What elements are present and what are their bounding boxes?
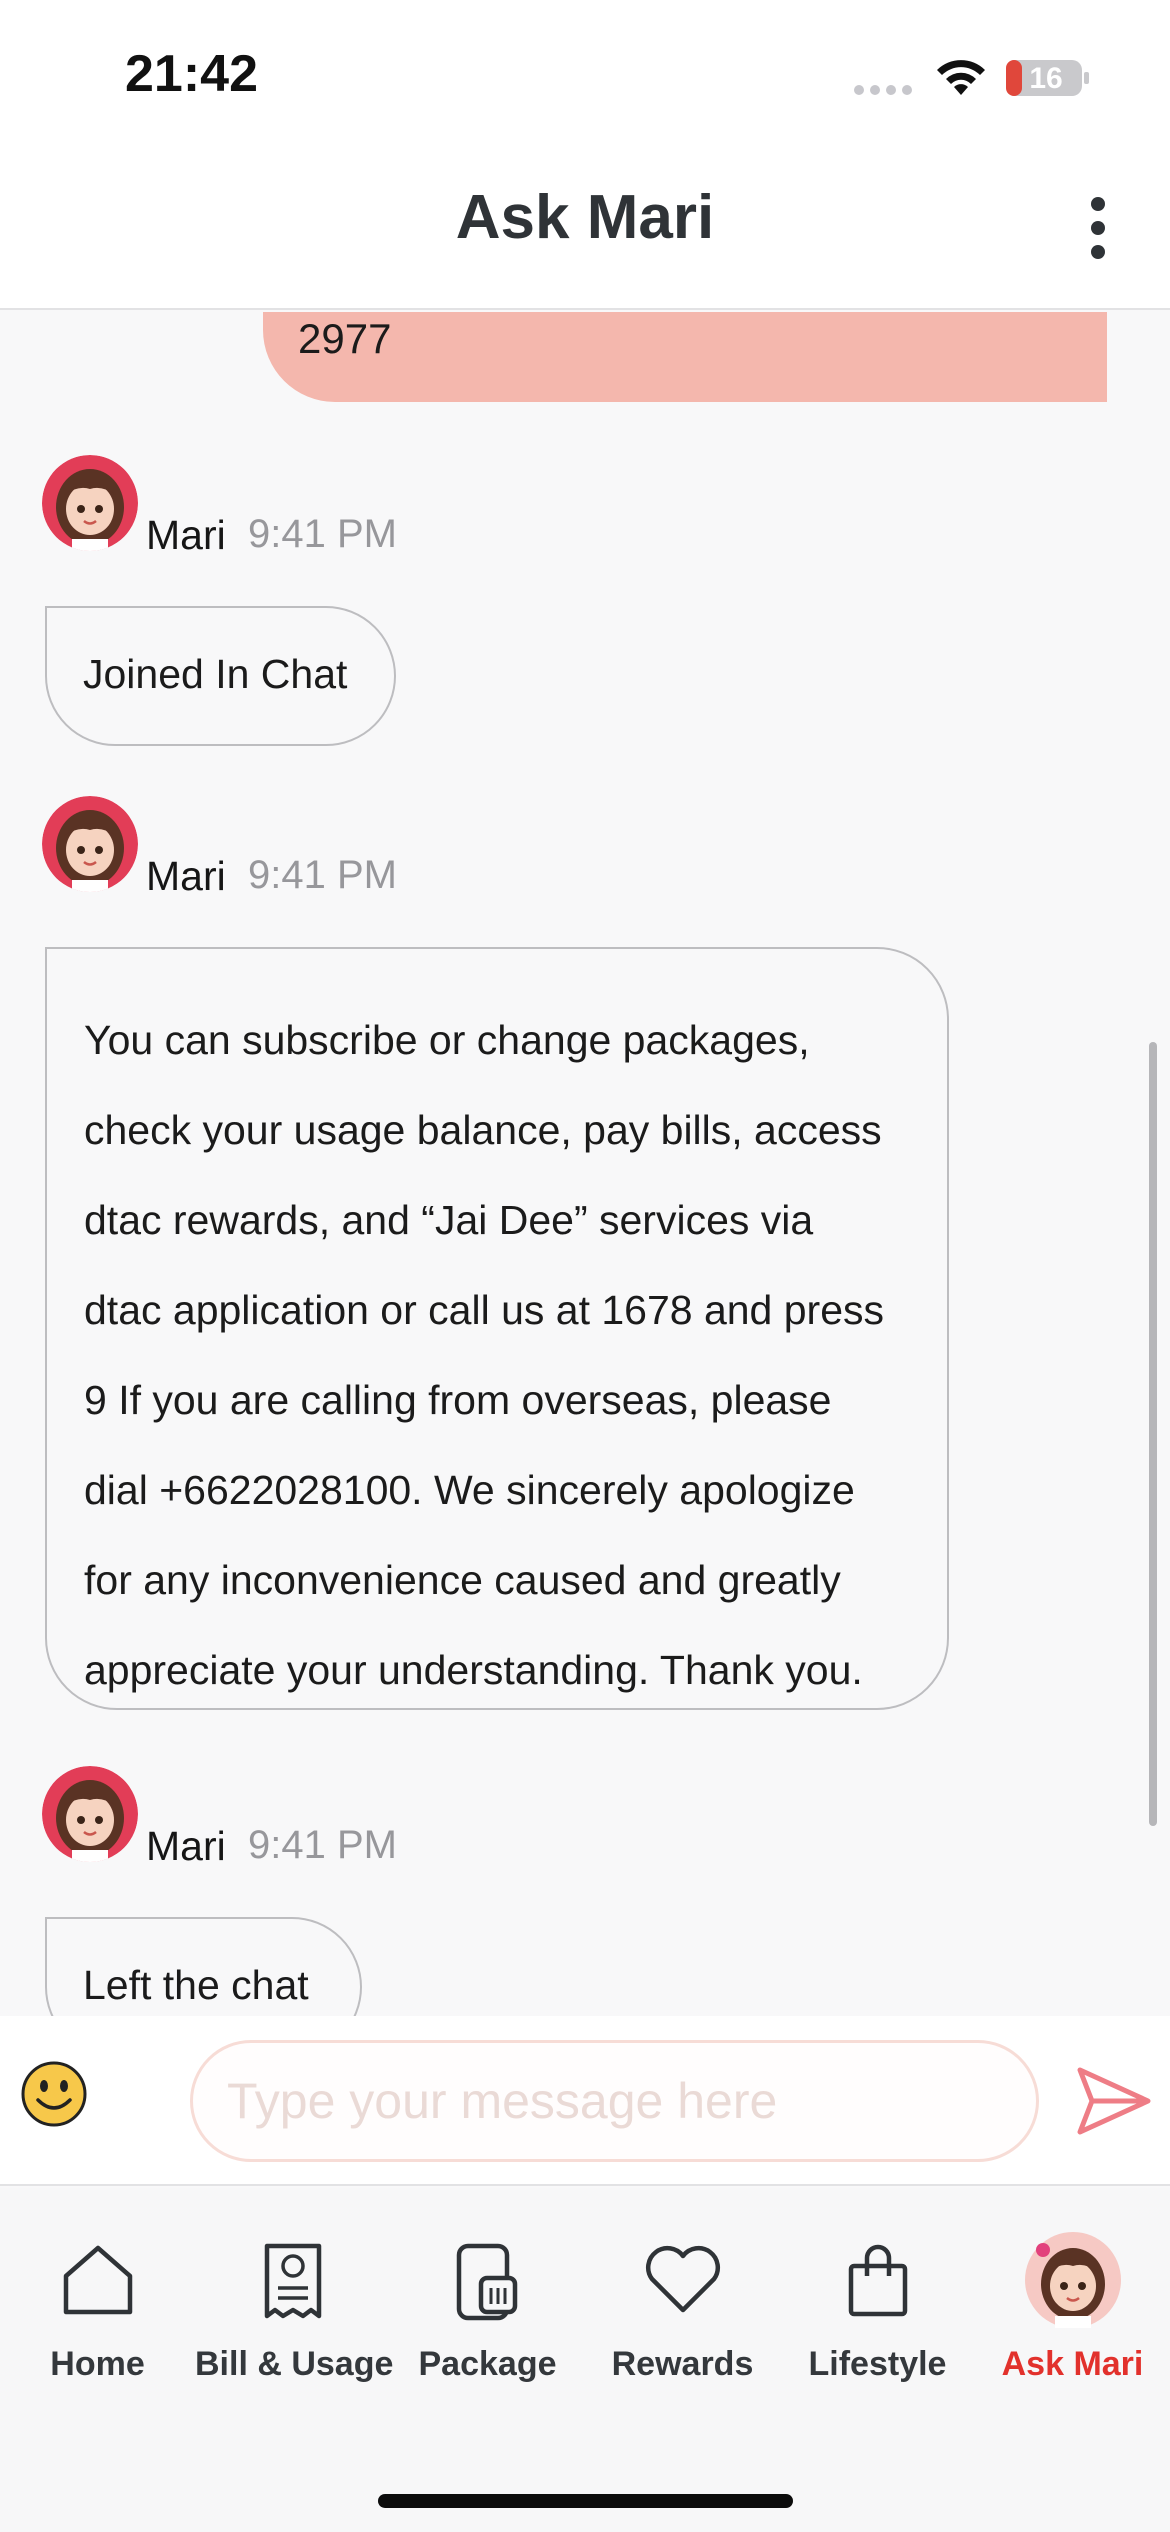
message-text: Joined In Chat: [83, 651, 348, 697]
nav-item-package[interactable]: Package: [390, 2188, 585, 2398]
message-line: dtac application or call us at 1678 and …: [84, 1287, 885, 1333]
nav-item-bill-usage[interactable]: Bill & Usage: [195, 2188, 394, 2398]
cellular-signal-icon: [854, 85, 912, 95]
home-icon: [63, 2245, 132, 2315]
message-line: check your usage balance, pay bills, acc…: [84, 1107, 882, 1153]
nav-label: Ask Mari: [1001, 2345, 1144, 2383]
nav-label: Rewards: [611, 2345, 754, 2383]
sender-name: Mari: [146, 853, 226, 899]
message-time: 9:41 PM: [248, 512, 397, 556]
wifi-icon: [937, 60, 985, 95]
sender-name: Mari: [146, 512, 226, 558]
shopping-bag-icon: [848, 2244, 907, 2317]
package-icon: [456, 2243, 517, 2321]
nav-item-rewards[interactable]: Rewards: [585, 2188, 780, 2398]
nav-item-home[interactable]: Home: [0, 2188, 195, 2398]
status-time: 21:42: [125, 45, 258, 103]
message-time: 9:41 PM: [248, 1823, 397, 1867]
message-line: dial +6622028100. We sincerely apologize: [84, 1467, 855, 1513]
battery-icon: 16: [1004, 56, 1092, 100]
battery-level: 16: [1029, 62, 1063, 95]
message-line: You can subscribe or change packages,: [84, 1017, 810, 1063]
incoming-message-bubble: You can subscribe or change packages, ch…: [45, 947, 949, 1710]
nav-item-lifestyle[interactable]: Lifestyle: [780, 2188, 975, 2398]
message-text: Left the chat: [83, 1962, 309, 2008]
nav-label: Package: [418, 2345, 557, 2383]
nav-item-ask-mari[interactable]: Ask Mari: [975, 2188, 1170, 2398]
nav-label: Lifestyle: [808, 2345, 947, 2383]
message-time: 9:41 PM: [248, 853, 397, 897]
bottom-navigation: Home Bill & Usage Package Rewards Lifest…: [0, 2188, 1170, 2532]
mari-avatar-icon: [1024, 2232, 1121, 2328]
sender-name: Mari: [146, 1823, 226, 1869]
send-icon[interactable]: [1076, 2066, 1152, 2136]
more-options-icon[interactable]: [1076, 194, 1120, 262]
app-header: Ask Mari: [0, 150, 1170, 310]
outgoing-message-text: 2977: [298, 315, 392, 362]
message-line: 9 If you are calling from overseas, plea…: [84, 1377, 832, 1423]
message-input[interactable]: [190, 2040, 1039, 2162]
message-text: You can subscribe or change packages, ch…: [84, 995, 924, 1715]
incoming-message-bubble: Joined In Chat: [45, 606, 396, 746]
message-composer: [0, 2016, 1170, 2186]
chat-area[interactable]: 2977 Mari 9:41 PM Joined In Chat Mari 9:…: [0, 312, 1170, 2016]
emoji-icon[interactable]: [20, 2060, 88, 2128]
incoming-message-bubble: Left the chat: [45, 1917, 362, 2016]
message-line: dtac rewards, and “Jai Dee” services via: [84, 1197, 814, 1243]
message-line: for any inconvenience caused and greatly: [84, 1557, 841, 1603]
home-indicator[interactable]: [378, 2494, 793, 2508]
mari-avatar: [42, 1766, 138, 1862]
heart-icon: [645, 2245, 720, 2313]
status-bar: 21:42 16: [0, 0, 1170, 150]
nav-label: Bill & Usage: [195, 2345, 394, 2383]
mari-avatar: [42, 796, 138, 892]
message-line: appreciate your understanding. Thank you…: [84, 1647, 863, 1693]
mari-avatar: [42, 455, 138, 551]
nav-label: Home: [50, 2345, 145, 2383]
scrollbar[interactable]: [1149, 1042, 1157, 1826]
bill-icon: [264, 2243, 321, 2319]
page-title: Ask Mari: [455, 183, 715, 252]
